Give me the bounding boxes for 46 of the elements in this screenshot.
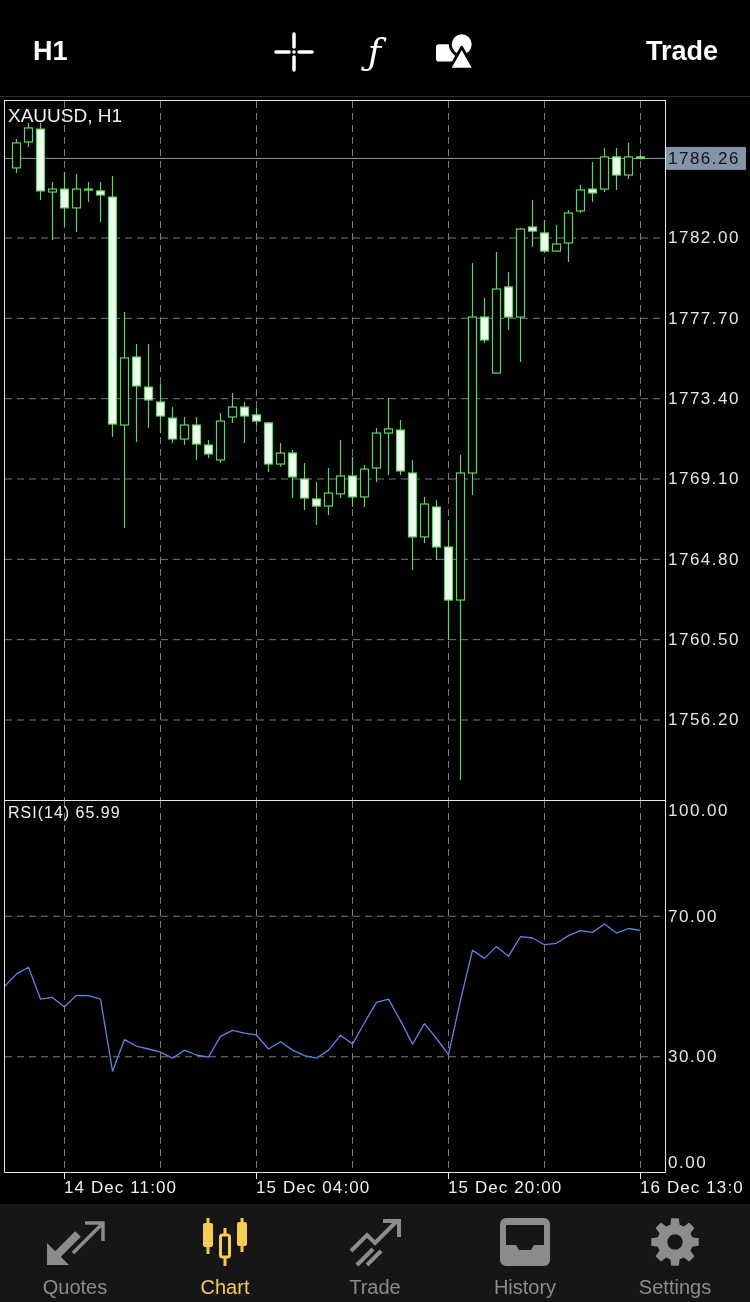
time-axis-label: 14 Dec 11:00 bbox=[64, 1178, 178, 1197]
price-axis-label: 1764.80 bbox=[668, 549, 740, 569]
timeframe-button[interactable]: H1 bbox=[33, 37, 68, 67]
candlestick bbox=[335, 439, 346, 499]
rsi-axis-label: 70.00 bbox=[668, 906, 719, 926]
tab-item[interactable]: Settings bbox=[600, 1204, 750, 1302]
tab-item[interactable]: Quotes bbox=[0, 1204, 150, 1302]
candlestick bbox=[47, 181, 58, 241]
price-axis-label: 1777.70 bbox=[668, 308, 740, 328]
rsi-axis-label: 30.00 bbox=[668, 1047, 719, 1067]
chart-title: XAUUSD, H1 bbox=[8, 105, 123, 126]
price-axis-label: 1756.20 bbox=[668, 710, 740, 730]
indicator-label: RSI(14) 65.99 bbox=[8, 804, 121, 821]
time-axis-label: 16 Dec 13:0 bbox=[640, 1178, 744, 1197]
rsi-axis-label: 0.00 bbox=[668, 1152, 708, 1172]
current-price-label: 1786.26 bbox=[666, 146, 746, 170]
time-axis-label: 15 Dec 04:00 bbox=[256, 1178, 371, 1197]
indicators-button[interactable]: ƒ bbox=[357, 24, 392, 80]
candlestick bbox=[11, 138, 22, 174]
price-axis-label: 1782.00 bbox=[668, 228, 740, 248]
candlestick bbox=[311, 481, 322, 526]
candlestick bbox=[371, 427, 382, 483]
candlestick bbox=[587, 161, 598, 203]
candlestick bbox=[539, 219, 550, 254]
price-axis-label: 1769.10 bbox=[668, 469, 740, 489]
candlestick bbox=[359, 464, 370, 508]
settings-icon bbox=[650, 1217, 700, 1267]
candlestick bbox=[167, 406, 178, 444]
trade-button[interactable]: Trade bbox=[645, 37, 718, 67]
price-axis-label: 1760.50 bbox=[668, 630, 740, 650]
candlestick bbox=[599, 147, 610, 193]
candlestick bbox=[59, 171, 70, 228]
tab-item[interactable]: Trade bbox=[300, 1204, 450, 1302]
tab-item[interactable]: History bbox=[450, 1204, 600, 1302]
inbox-icon bbox=[499, 1217, 551, 1267]
rsi-axis-label: 100.00 bbox=[668, 801, 729, 821]
candlestick bbox=[323, 467, 334, 516]
crosshair-icon[interactable] bbox=[273, 32, 314, 72]
candlestick bbox=[347, 456, 358, 508]
ref-line-label: 1786.26 bbox=[668, 148, 740, 168]
candlestick bbox=[611, 147, 622, 191]
tab-item[interactable]: Chart bbox=[150, 1204, 300, 1302]
price-axis-label: 1773.40 bbox=[668, 389, 740, 409]
candlestick bbox=[299, 462, 310, 511]
time-axis-label: 15 Dec 20:00 bbox=[448, 1178, 563, 1197]
trend-arrow-icon bbox=[347, 1217, 403, 1267]
